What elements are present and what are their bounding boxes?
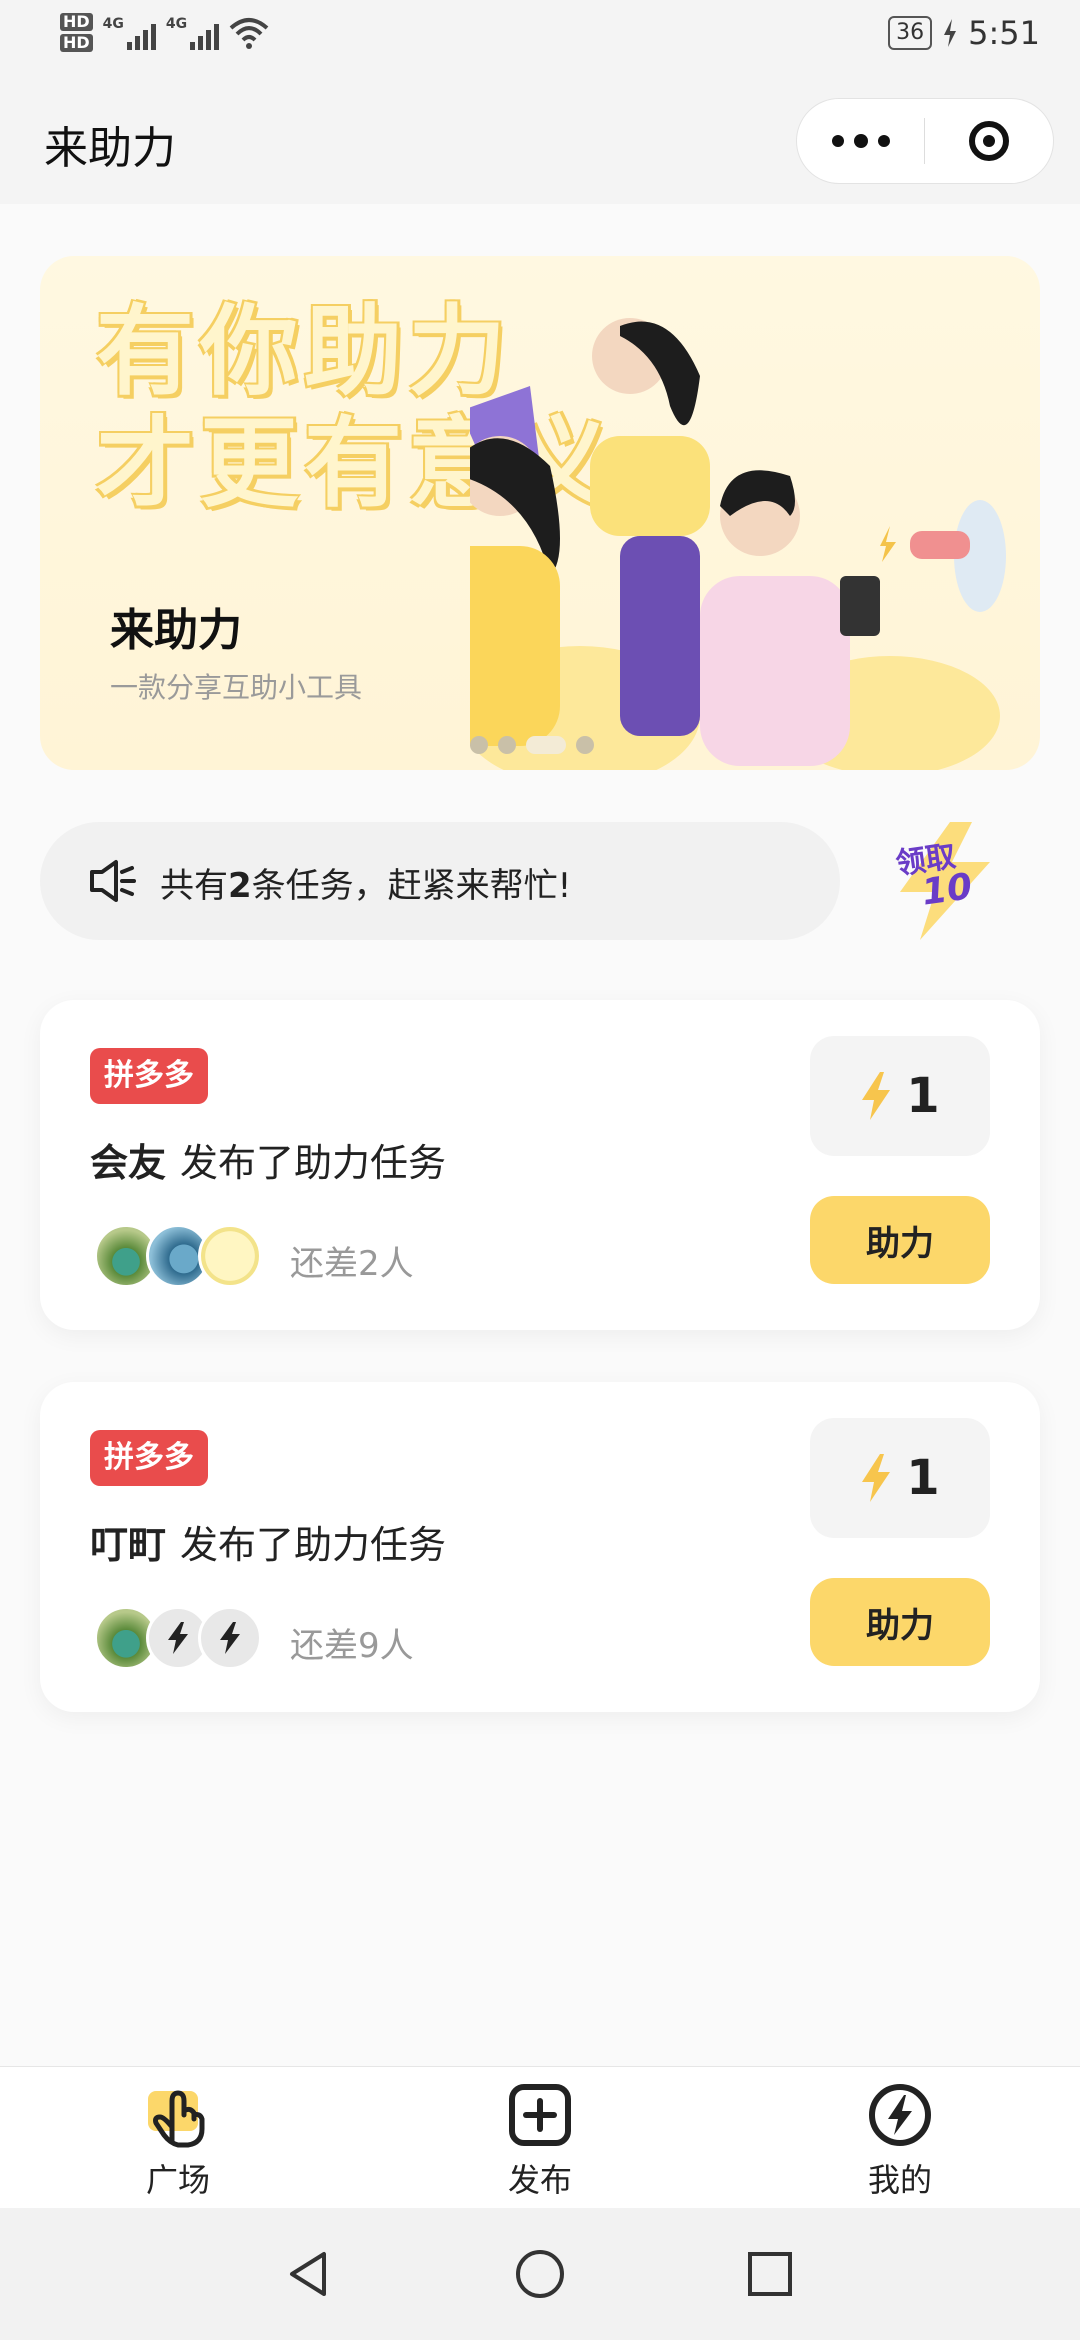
claim-reward-button[interactable]: 领取 10 bbox=[880, 822, 1010, 940]
status-right: 36 5:51 bbox=[888, 14, 1040, 52]
remaining-helpers: 还差9人 bbox=[290, 1626, 414, 1666]
hd-badge-2: HD bbox=[60, 34, 93, 52]
lightning-circle-icon bbox=[869, 2084, 931, 2146]
tab-label: 发布 bbox=[507, 2161, 572, 2199]
target-icon bbox=[969, 121, 1009, 161]
reward-label: 领取 10 bbox=[894, 839, 975, 914]
notice-prefix: 共有 bbox=[160, 866, 228, 906]
navigation-header: 来助力 bbox=[0, 72, 1080, 204]
lightning-icon bbox=[862, 1072, 891, 1120]
carousel-dot-active[interactable] bbox=[526, 736, 566, 754]
clock: 5:51 bbox=[968, 14, 1040, 52]
people-cheering-illustration bbox=[388, 318, 1006, 770]
banner-illustration bbox=[388, 316, 1040, 770]
task-count: 2 bbox=[228, 866, 252, 906]
lightning-icon bbox=[862, 1454, 891, 1502]
task-poster: 叮町 发布了助力任务 bbox=[90, 1514, 446, 1569]
task-poster: 会友 发布了助力任务 bbox=[90, 1132, 446, 1187]
network-type-label-2: 4G bbox=[165, 15, 188, 32]
system-navigation-bar bbox=[0, 2208, 1080, 2340]
points-badge: 1 bbox=[810, 1036, 990, 1156]
network-type-label: 4G bbox=[102, 15, 124, 32]
more-button[interactable] bbox=[797, 99, 924, 183]
tab-square[interactable]: 广场 bbox=[78, 2067, 278, 2209]
wifi-icon bbox=[229, 17, 269, 49]
poster-username: 叮町 bbox=[90, 1523, 167, 1567]
points-badge: 1 bbox=[810, 1418, 990, 1538]
mini-program-capsule bbox=[796, 98, 1054, 184]
poster-action: 发布了助力任务 bbox=[180, 1141, 447, 1185]
tab-mine[interactable]: 我的 bbox=[800, 2067, 1000, 2209]
poster-username: 会友 bbox=[90, 1141, 167, 1185]
task-card[interactable]: 拼多多 会友 发布了助力任务 还差2人 1 助力 bbox=[40, 1000, 1040, 1330]
more-dot-icon bbox=[831, 135, 844, 147]
speaker-icon bbox=[90, 860, 136, 902]
recents-square-icon[interactable] bbox=[744, 2248, 796, 2300]
task-notice-bar: 共有2条任务，赶紧来帮忙! bbox=[40, 822, 840, 940]
back-triangle-icon[interactable] bbox=[284, 2248, 336, 2300]
more-dot-icon bbox=[877, 135, 890, 147]
signal-icon: 4G bbox=[103, 16, 156, 50]
help-button[interactable]: 助力 bbox=[810, 1196, 990, 1284]
hd-badge-1: HD bbox=[60, 13, 93, 31]
tab-label: 广场 bbox=[145, 2161, 210, 2199]
task-card[interactable]: 拼多多 叮町 发布了助力任务 还差9人 1 助力 bbox=[40, 1382, 1040, 1712]
carousel-indicator bbox=[470, 736, 594, 754]
tab-label: 我的 bbox=[867, 2161, 932, 2199]
poster-action: 发布了助力任务 bbox=[180, 1523, 447, 1567]
status-bar: HD HD 4G 4G 36 5:51 bbox=[0, 0, 1080, 72]
notice-text: 共有2条任务，赶紧来帮忙! bbox=[160, 858, 571, 907]
platform-tag: 拼多多 bbox=[90, 1048, 208, 1104]
page-title: 来助力 bbox=[44, 123, 176, 174]
help-button[interactable]: 助力 bbox=[810, 1578, 990, 1666]
helper-avatars bbox=[94, 1224, 262, 1288]
remaining-helpers: 还差2人 bbox=[290, 1244, 414, 1284]
carousel-dot[interactable] bbox=[470, 736, 488, 754]
signal-icon-2: 4G bbox=[165, 15, 220, 50]
banner-carousel[interactable]: 有你助力 才更有意义 来助力 一款分享互助小工具 bbox=[40, 256, 1040, 770]
tab-publish[interactable]: 发布 bbox=[440, 2067, 640, 2209]
hand-pointer-icon bbox=[148, 2090, 205, 2148]
helper-avatars bbox=[94, 1606, 262, 1670]
empty-slot-lightning-icon bbox=[198, 1606, 262, 1670]
status-left: HD HD 4G 4G bbox=[60, 10, 269, 55]
platform-tag: 拼多多 bbox=[90, 1430, 208, 1486]
avatar bbox=[198, 1224, 262, 1288]
plus-square-icon bbox=[509, 2084, 571, 2146]
reward-amount: 10 bbox=[919, 866, 975, 914]
banner-title: 来助力 bbox=[110, 605, 242, 656]
hd-indicators: HD HD bbox=[60, 10, 93, 55]
notice-suffix: 条任务，赶紧来帮忙! bbox=[251, 866, 572, 906]
carousel-dot[interactable] bbox=[498, 736, 516, 754]
close-button[interactable] bbox=[925, 99, 1053, 183]
points-value: 1 bbox=[906, 1450, 940, 1506]
home-circle-icon[interactable] bbox=[514, 2248, 566, 2300]
battery-level: 36 bbox=[888, 16, 933, 50]
charging-icon bbox=[944, 19, 957, 47]
banner-subtitle: 一款分享互助小工具 bbox=[110, 671, 363, 704]
points-value: 1 bbox=[906, 1068, 940, 1124]
more-dot-icon bbox=[853, 134, 868, 148]
carousel-dot[interactable] bbox=[576, 736, 594, 754]
bottom-tab-bar: 广场 发布 我的 bbox=[0, 2066, 1080, 2209]
